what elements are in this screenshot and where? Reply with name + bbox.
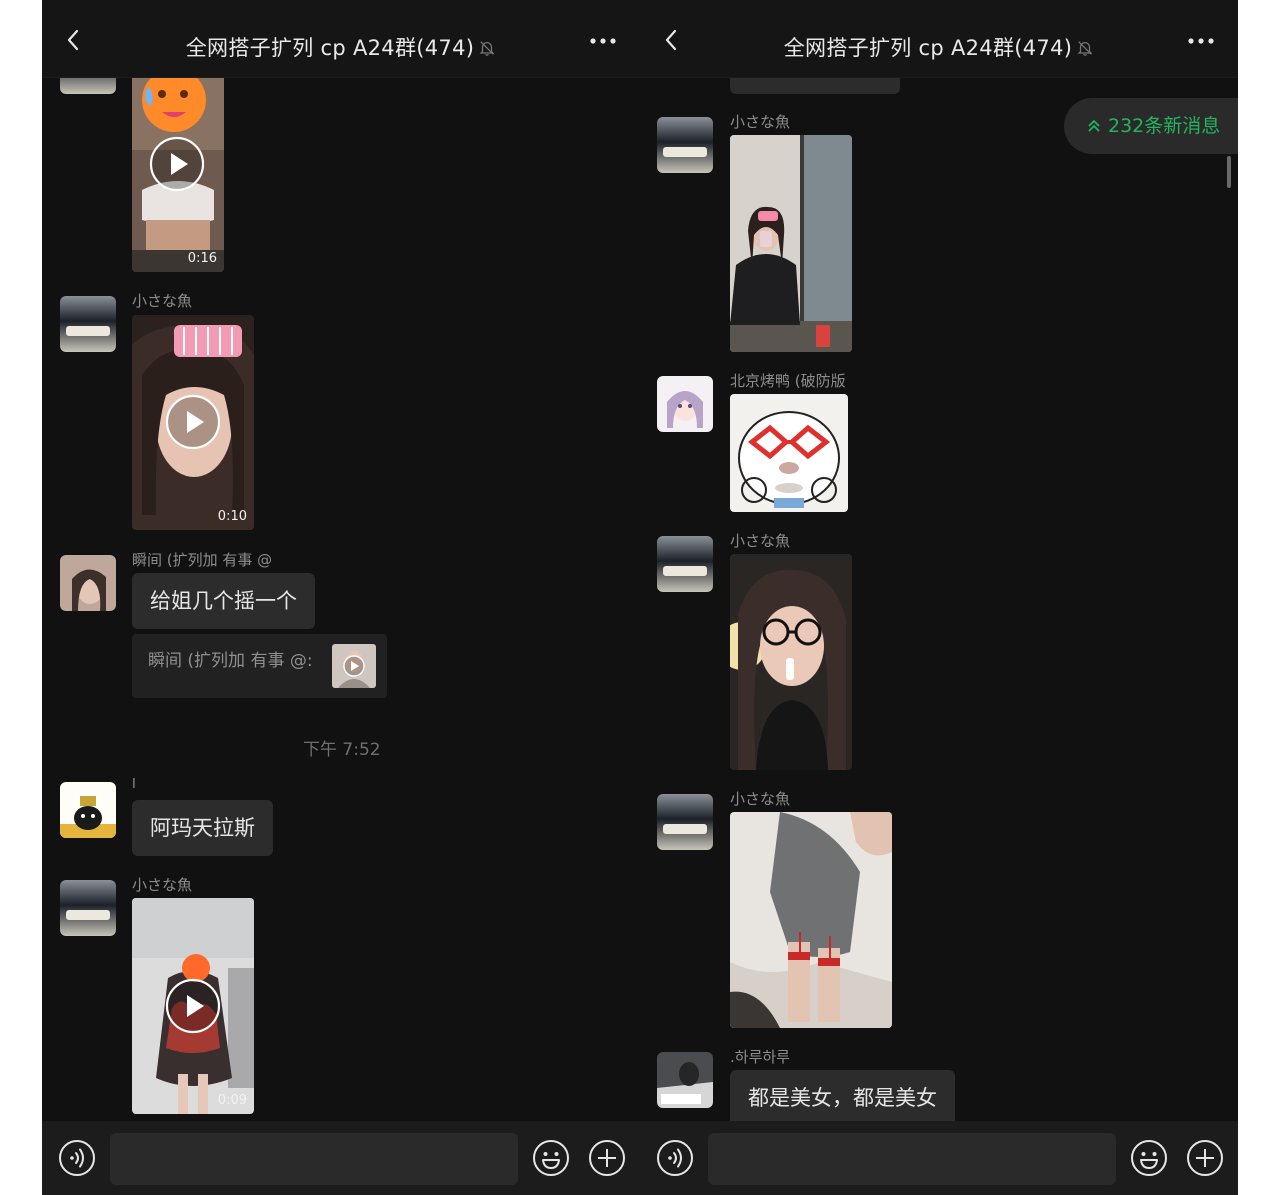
chat-title-row: 全网搭子扩列 cp A24群(474) (42, 32, 640, 62)
image-thumbnail[interactable] (730, 554, 852, 770)
chat-title: 全网搭子扩列 cp A24群(474) (783, 36, 1073, 60)
sender-name: 小さな魚 (730, 113, 791, 131)
quoted-message[interactable]: 瞬间 (扩列加 有事 @: (132, 634, 387, 698)
input-bar (640, 1121, 1238, 1195)
play-icon[interactable] (165, 394, 221, 450)
voice-input-icon[interactable] (656, 1139, 694, 1177)
avatar[interactable] (657, 794, 713, 850)
play-icon[interactable] (149, 136, 205, 192)
avatar[interactable] (60, 782, 116, 838)
quote-thumbnail[interactable] (332, 644, 376, 688)
play-icon[interactable] (165, 978, 221, 1034)
image-thumbnail[interactable] (730, 812, 892, 1028)
new-messages-button[interactable]: 232条新消息 (1064, 98, 1238, 154)
chat-window-left: 全网搭子扩列 cp A24群(474) 0:16 小さな魚 0:10 瞬间 (扩… (42, 0, 640, 1195)
avatar[interactable] (657, 536, 713, 592)
scrollbar-thumb[interactable] (1227, 156, 1231, 188)
message-bubble[interactable]: 都是美女，都是美女 (730, 1070, 955, 1126)
mute-bell-icon (1077, 41, 1093, 56)
mute-bell-icon (479, 41, 495, 56)
video-duration: 0:09 (217, 1093, 247, 1108)
video-thumbnail[interactable]: 0:09 (132, 898, 254, 1114)
avatar[interactable] (657, 117, 713, 173)
avatar[interactable] (657, 376, 713, 432)
sender-name: I (132, 777, 136, 792)
more-options-icon[interactable] (1186, 36, 1216, 46)
chat-header: 全网搭子扩列 cp A24群(474) (640, 0, 1238, 78)
input-bar (42, 1121, 640, 1195)
sticker-image[interactable] (730, 394, 848, 512)
add-attachment-icon[interactable] (588, 1139, 626, 1177)
chat-title: 全网搭子扩列 cp A24群(474) (185, 36, 475, 60)
message-timestamp: 下午 7:52 (303, 740, 381, 760)
message-bubble[interactable]: 阿玛天拉斯 (132, 800, 273, 856)
sender-name: 瞬间 (扩列加 有事 @ (132, 551, 273, 569)
emoji-icon[interactable] (532, 1139, 570, 1177)
add-attachment-icon[interactable] (1186, 1139, 1224, 1177)
video-thumbnail[interactable]: 0:16 (132, 60, 224, 272)
message-bubble[interactable]: 给姐几个摇一个 (132, 573, 315, 629)
avatar[interactable] (657, 1052, 713, 1108)
double-chevron-up-icon (1088, 119, 1100, 132)
sender-name: 小さな魚 (132, 292, 193, 310)
new-messages-label: 232条新消息 (1108, 115, 1221, 137)
image-thumbnail[interactable] (730, 135, 852, 352)
message-input[interactable] (708, 1133, 1116, 1185)
sender-name: 北京烤鸭 (破防版 (730, 372, 846, 390)
avatar[interactable] (60, 880, 116, 936)
sender-name: 小さな魚 (132, 876, 193, 894)
chat-header: 全网搭子扩列 cp A24群(474) (42, 0, 640, 78)
chat-title-row: 全网搭子扩列 cp A24群(474) (640, 32, 1238, 62)
voice-input-icon[interactable] (58, 1139, 96, 1177)
quote-text: 瞬间 (扩列加 有事 @: (148, 651, 313, 671)
more-options-icon[interactable] (588, 36, 618, 46)
emoji-icon[interactable] (1130, 1139, 1168, 1177)
sender-name: .하루하루 (730, 1048, 790, 1066)
message-input[interactable] (110, 1133, 518, 1185)
avatar[interactable] (60, 296, 116, 352)
video-duration: 0:10 (217, 509, 247, 524)
chat-window-right: 全网搭子扩列 cp A24群(474) 232条新消息 小さな魚 北京烤鸭 (破… (640, 0, 1238, 1195)
video-duration: 0:16 (187, 251, 217, 266)
sender-name: 小さな魚 (730, 790, 791, 808)
sender-name: 小さな魚 (730, 532, 791, 550)
video-thumbnail[interactable]: 0:10 (132, 315, 254, 530)
avatar[interactable] (60, 555, 116, 611)
